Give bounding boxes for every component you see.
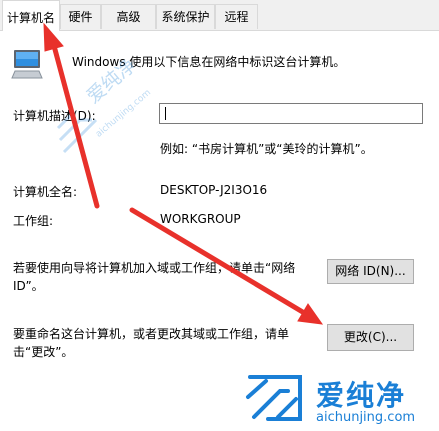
tab-bar: 计算机名 硬件 高级 系统保护 远程 xyxy=(0,0,439,31)
description-input[interactable] xyxy=(159,103,423,124)
watermark-url-bottom: aichunjing.com xyxy=(316,410,416,425)
network-id-text: 若要使用向导将计算机加入域或工作组，请单击“网络 ID”。 xyxy=(13,261,296,293)
tab-computer-name[interactable]: 计算机名 xyxy=(2,0,60,31)
tab-advanced[interactable]: 高级 xyxy=(101,4,156,29)
change-button[interactable]: 更改(C)... xyxy=(327,324,414,351)
workgroup-value: WORKGROUP xyxy=(160,212,241,226)
description-example: 例如: “书房计算机”或“美玲的计算机”。 xyxy=(160,142,373,156)
workgroup-label: 工作组: xyxy=(13,214,54,228)
full-name-value: DESKTOP-J2I3O16 xyxy=(160,183,268,197)
watermark-logo-bottom xyxy=(246,375,302,421)
rename-text: 要重命名这台计算机，或者更改其域或工作组，请单击“更改”。 xyxy=(13,327,290,359)
tab-system-protection[interactable]: 系统保护 xyxy=(156,4,215,29)
watermark-text-bottom: 爱纯净 xyxy=(316,379,407,412)
computer-icon xyxy=(11,50,43,79)
tab-hardware[interactable]: 硬件 xyxy=(60,4,101,29)
network-id-button[interactable]: 网络 ID(N)... xyxy=(327,259,414,284)
tab-remote[interactable]: 远程 xyxy=(215,4,258,29)
full-name-label: 计算机全名: xyxy=(13,185,78,199)
